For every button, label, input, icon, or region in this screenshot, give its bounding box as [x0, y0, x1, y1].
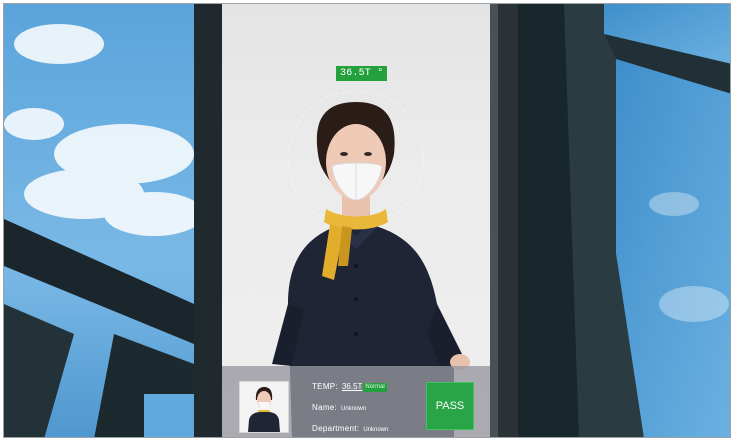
captured-face-thumbnail — [239, 381, 289, 433]
screenshot-frame: 36.5T ° TEMP: 36.5T Normal Name: Unknown De… — [3, 3, 731, 438]
pass-button[interactable]: PASS — [426, 382, 474, 430]
recognition-info-panel: TEMP: 36.5T Normal Name: Unknown Department… — [222, 366, 490, 437]
temp-status-badge: Normal — [363, 383, 387, 392]
temperature-badge: 36.5T ° — [336, 66, 388, 81]
department-row: Department: Unknown — [312, 424, 388, 433]
department-value: Unknown — [363, 427, 389, 433]
department-label: Department: — [312, 424, 360, 433]
temperature-row: TEMP: 36.5T Normal — [312, 382, 387, 392]
name-value: Unknown — [341, 406, 367, 412]
name-row: Name: Unknown — [312, 403, 366, 412]
temp-label: TEMP: — [312, 382, 338, 391]
name-label: Name: — [312, 403, 338, 412]
temp-value: 36.5T — [341, 382, 363, 391]
kiosk-screen: 36.5T ° TEMP: 36.5T Normal Name: Unknown De… — [222, 4, 490, 437]
